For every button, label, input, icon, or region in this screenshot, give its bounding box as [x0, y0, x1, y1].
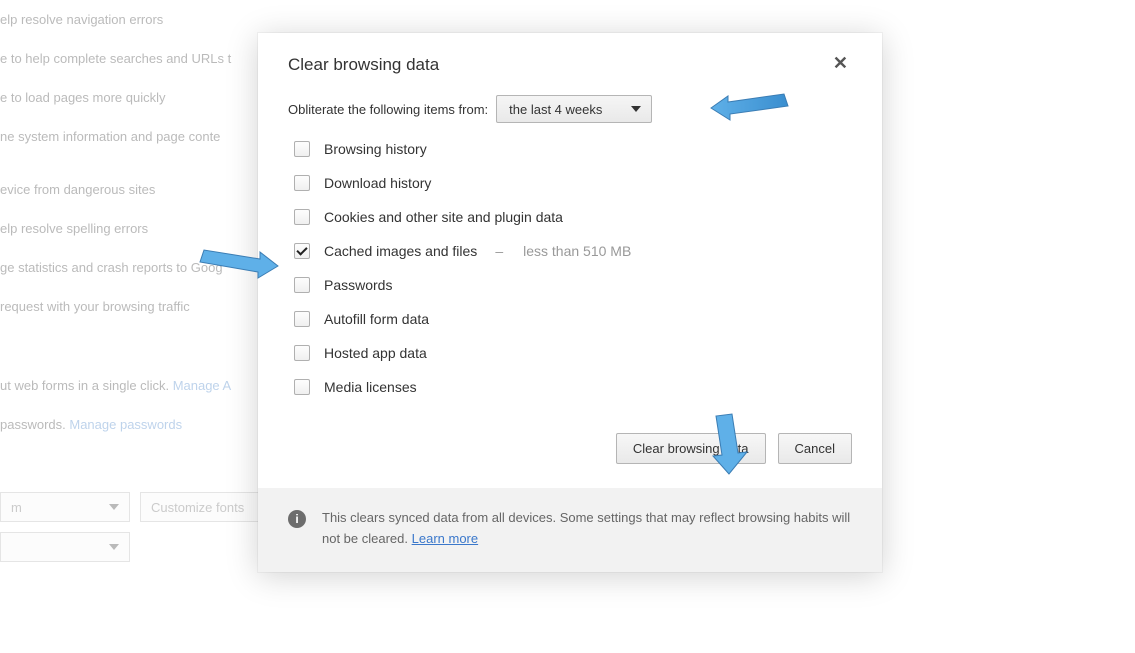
checkbox-label: Autofill form data — [324, 311, 429, 327]
checkbox-row-autofill: Autofill form data — [294, 311, 852, 327]
obliterate-label: Obliterate the following items from: — [288, 102, 488, 117]
checkbox-passwords[interactable] — [294, 277, 310, 293]
dialog-actions: Clear browsing data Cancel — [258, 423, 882, 488]
checkbox-label: Passwords — [324, 277, 392, 293]
cached-size-note: less than 510 MB — [523, 243, 631, 259]
info-icon: i — [288, 510, 306, 528]
bg-customize-fonts[interactable]: Customize fonts — [140, 492, 260, 522]
dialog-footer: i This clears synced data from all devic… — [258, 488, 882, 572]
checkbox-row-download-history: Download history — [294, 175, 852, 191]
dialog-header: Clear browsing data ✕ — [258, 33, 882, 83]
clear-browsing-data-button[interactable]: Clear browsing data — [616, 433, 766, 464]
manage-autofill-link[interactable]: Manage A — [173, 378, 232, 393]
checkbox-cached-images[interactable] — [294, 243, 310, 259]
checkbox-hosted-app[interactable] — [294, 345, 310, 361]
checkbox-download-history[interactable] — [294, 175, 310, 191]
close-button[interactable]: ✕ — [829, 52, 852, 74]
checkbox-row-cached-images: Cached images and files – less than 510 … — [294, 243, 852, 259]
obliterate-row: Obliterate the following items from: the… — [288, 95, 852, 123]
checkbox-row-media-licenses: Media licenses — [294, 379, 852, 395]
checkbox-label: Media licenses — [324, 379, 417, 395]
cancel-button[interactable]: Cancel — [778, 433, 852, 464]
manage-passwords-link[interactable]: Manage passwords — [69, 417, 182, 432]
bg-line: elp resolve navigation errors — [0, 12, 300, 27]
footer-text: This clears synced data from all devices… — [322, 508, 852, 550]
checkbox-browsing-history[interactable] — [294, 141, 310, 157]
bg-dropdown-2[interactable] — [0, 532, 130, 562]
bg-line: ne system information and page conte — [0, 129, 300, 144]
time-range-select[interactable]: the last 4 weeks — [496, 95, 652, 123]
learn-more-link[interactable]: Learn more — [412, 531, 478, 546]
checkbox-cookies[interactable] — [294, 209, 310, 225]
checkbox-label: Cached images and files — [324, 243, 477, 259]
checkbox-row-passwords: Passwords — [294, 277, 852, 293]
checkbox-label: Download history — [324, 175, 431, 191]
bg-line: evice from dangerous sites — [0, 182, 300, 197]
bg-line: request with your browsing traffic — [0, 299, 300, 314]
dialog-body: Obliterate the following items from: the… — [258, 83, 882, 423]
bg-dropdown-1[interactable]: m — [0, 492, 130, 522]
checkbox-row-browsing-history: Browsing history — [294, 141, 852, 157]
bg-line: ut web forms in a single click. Manage A — [0, 378, 300, 393]
checkbox-label: Hosted app data — [324, 345, 427, 361]
checkbox-autofill[interactable] — [294, 311, 310, 327]
clear-browsing-data-dialog: Clear browsing data ✕ Obliterate the fol… — [258, 33, 882, 572]
bg-line: ge statistics and crash reports to Goog — [0, 260, 300, 275]
checkbox-row-cookies: Cookies and other site and plugin data — [294, 209, 852, 225]
bg-line: e to load pages more quickly — [0, 90, 300, 105]
bg-line: elp resolve spelling errors — [0, 221, 300, 236]
checkbox-media-licenses[interactable] — [294, 379, 310, 395]
checkbox-list: Browsing history Download history Cookie… — [294, 141, 852, 395]
chevron-down-icon — [631, 106, 641, 112]
bg-line: e to help complete searches and URLs t — [0, 51, 300, 66]
checkbox-label: Cookies and other site and plugin data — [324, 209, 563, 225]
bg-line: passwords. Manage passwords — [0, 417, 300, 432]
checkbox-row-hosted-app: Hosted app data — [294, 345, 852, 361]
dialog-title: Clear browsing data — [288, 55, 439, 75]
checkbox-label: Browsing history — [324, 141, 427, 157]
